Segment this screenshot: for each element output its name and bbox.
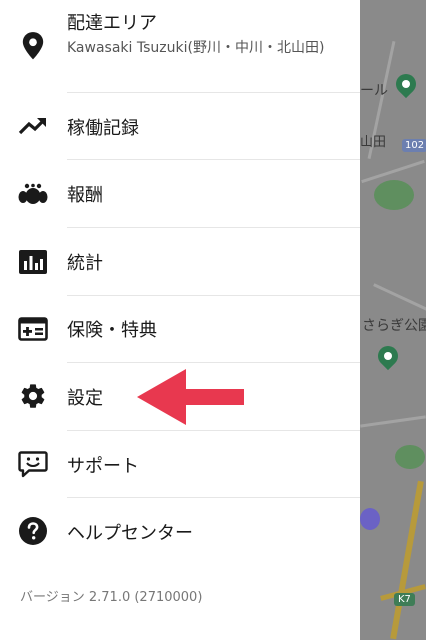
menu-item-label: 保険・特典	[67, 320, 157, 341]
app-version: バージョン 2.71.0 (2710000)	[20, 590, 203, 605]
menu-item-earnings[interactable]: 報酬	[0, 160, 360, 227]
help-icon	[18, 516, 48, 546]
menu-item-work-history[interactable]: 稼働記録	[0, 93, 360, 159]
menu-item-help-center[interactable]: ヘルプセンター	[0, 498, 360, 565]
map-label: ール	[360, 83, 388, 99]
map-pin-icon[interactable]	[391, 69, 421, 99]
coins-icon	[18, 179, 48, 209]
delivery-area-title: 配達エリア	[67, 13, 157, 34]
health-card-icon	[18, 314, 48, 344]
map-park-pin-icon[interactable]	[373, 341, 403, 371]
menu-item-label: 設定	[67, 388, 103, 409]
menu-item-label: 報酬	[67, 185, 103, 206]
location-pin-icon	[18, 31, 48, 61]
shopping-pin-icon[interactable]	[360, 508, 380, 530]
navigation-drawer: 配達エリア Kawasaki Tsuzuki(野川・中川・北山田) 稼働記録 報…	[0, 0, 360, 640]
gear-icon	[18, 381, 48, 411]
road-badge: K7	[394, 593, 415, 606]
trending-up-icon	[18, 111, 48, 141]
map-background[interactable]: ール 山田 102 さらぎ公園 K7	[360, 0, 426, 640]
menu-item-support[interactable]: サポート	[0, 431, 360, 497]
menu-item-label: 統計	[67, 253, 103, 274]
support-chat-icon	[18, 449, 48, 479]
red-arrow-icon	[137, 369, 244, 425]
menu-item-delivery-area[interactable]: 配達エリア Kawasaki Tsuzuki(野川・中川・北山田)	[0, 0, 360, 92]
route-badge: 102	[402, 139, 426, 152]
menu-item-label: サポート	[67, 456, 139, 477]
map-label: 山田	[360, 135, 387, 150]
menu-item-label: ヘルプセンター	[67, 523, 193, 544]
menu-item-statistics[interactable]: 統計	[0, 228, 360, 295]
menu-item-label: 稼働記録	[67, 118, 139, 139]
menu-item-insurance-perks[interactable]: 保険・特典	[0, 296, 360, 362]
delivery-area-subtitle: Kawasaki Tsuzuki(野川・中川・北山田)	[67, 40, 325, 56]
map-label: さらぎ公園	[362, 318, 426, 334]
bar-chart-icon	[18, 247, 48, 277]
